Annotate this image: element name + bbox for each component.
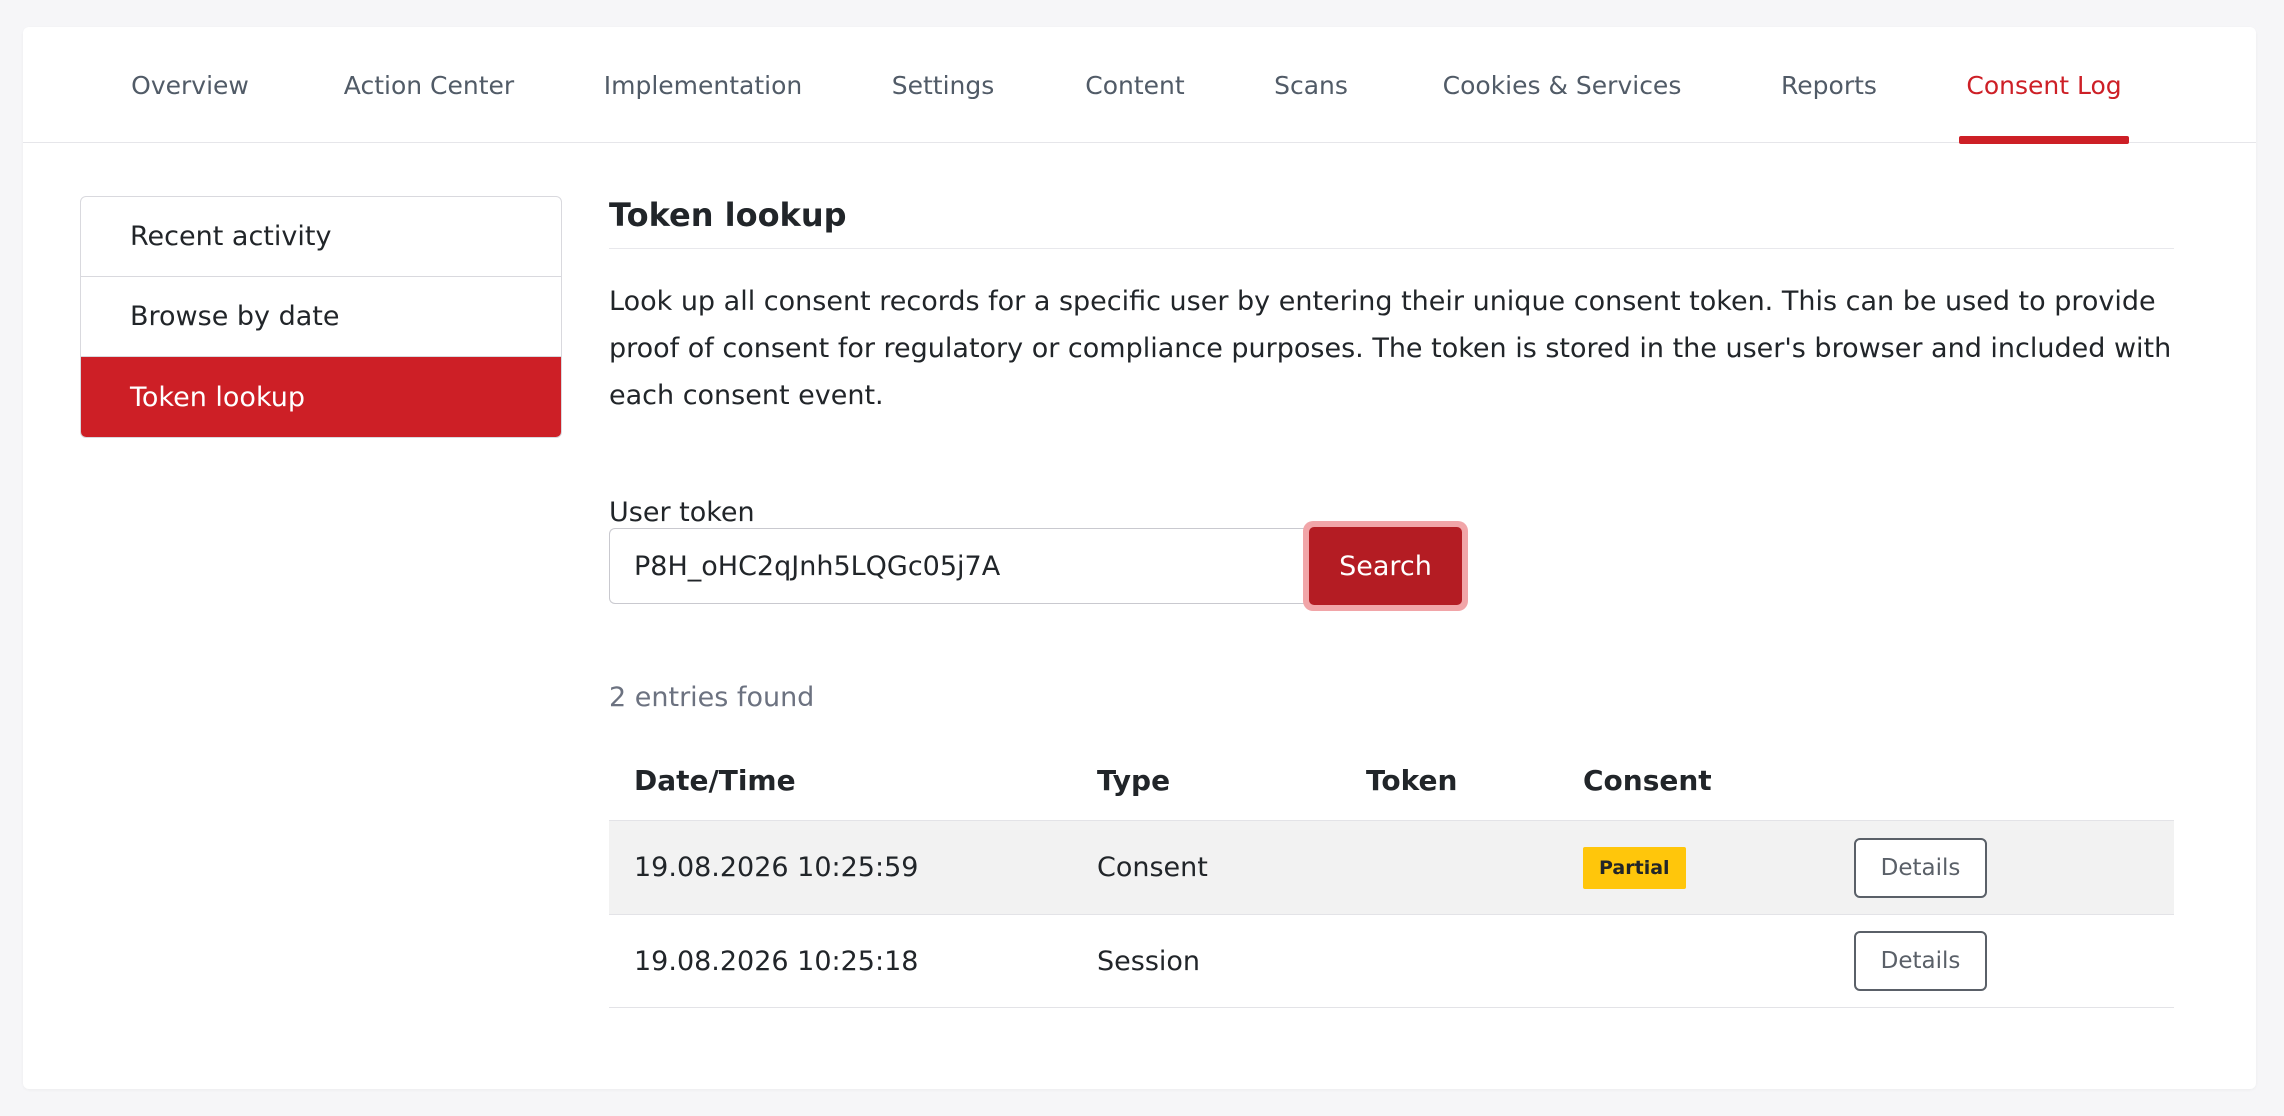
consent-log-sidebar: Recent activity Browse by date Token loo… [80,196,562,438]
table-row: 19.08.2026 10:25:59 Consent Partial Deta… [609,820,2174,914]
header-token: Token [1366,763,1458,797]
user-token-label: User token [609,497,755,528]
cell-actions: Details [1854,931,2174,991]
tab-implementation[interactable]: Implementation [583,27,823,143]
search-button[interactable]: Search [1303,521,1468,611]
tab-reports[interactable]: Reports [1767,27,1891,143]
user-token-input[interactable] [609,528,1309,604]
header-type: Type [1097,763,1171,797]
header-consent: Consent [1583,763,1712,797]
header-datetime: Date/Time [634,763,796,797]
tab-overview[interactable]: Overview [107,27,273,143]
tab-action-center[interactable]: Action Center [316,27,542,143]
cell-type: Session [1097,945,1201,977]
table-header: Date/Time Type Token Consent [609,740,2174,820]
tab-cookies-services[interactable]: Cookies & Services [1432,27,1692,143]
cell-datetime: 19.08.2026 10:25:18 [634,945,919,977]
sidebar-item-token-lookup[interactable]: Token lookup [81,357,561,437]
cell-actions: Details [1854,837,2174,898]
sidebar-item-recent-activity[interactable]: Recent activity [81,197,561,277]
title-divider [609,248,2174,249]
description-text: Look up all consent records for a specif… [609,286,2172,411]
cell-datetime: 19.08.2026 10:25:59 [634,852,919,883]
cell-type: Consent [1097,852,1208,883]
results-count: 2 entries found [609,682,815,713]
results-table: Date/Time Type Token Consent 19.08.2026 … [609,740,2174,1008]
tab-scans[interactable]: Scans [1266,27,1356,143]
consent-status-badge: Partial [1583,846,1686,889]
table-row: 19.08.2026 10:25:18 Session Details [609,914,2174,1008]
sidebar-item-browse-by-date[interactable]: Browse by date [81,277,561,357]
cell-consent: Partial [1583,846,1854,889]
tab-consent-log[interactable]: Consent Log [1959,27,2129,144]
details-button[interactable]: Details [1854,837,1987,898]
tab-content[interactable]: Content [1071,27,1199,143]
page-title: Token lookup [609,196,847,234]
top-navigation: Overview Action Center Implementation Se… [23,27,2256,144]
details-button[interactable]: Details [1854,931,1987,991]
tab-settings[interactable]: Settings [878,27,1008,143]
search-button-label: Search [1309,527,1462,605]
